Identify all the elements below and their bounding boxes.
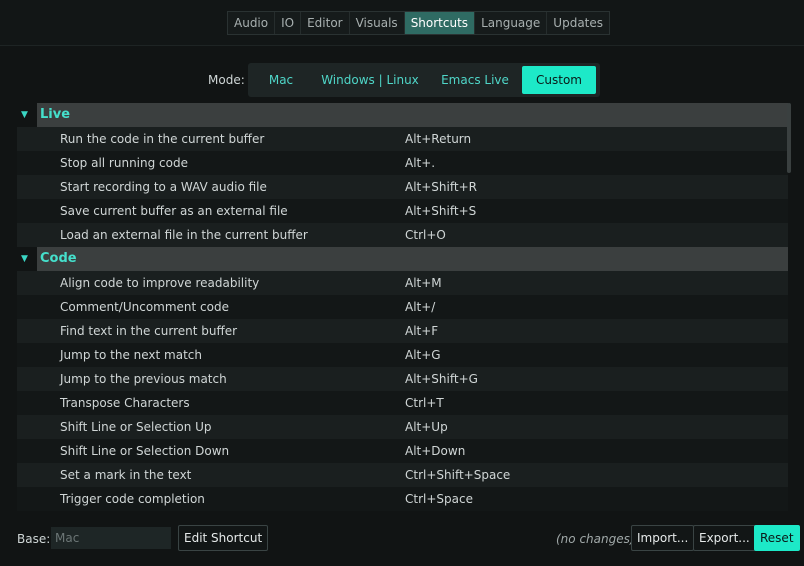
shortcut-key: Ctrl+T: [405, 396, 444, 410]
export-button[interactable]: Export...: [693, 525, 756, 551]
shortcut-row[interactable]: Jump to the next match Alt+G: [17, 343, 788, 367]
shortcut-description: Comment/Uncomment code: [60, 300, 229, 314]
tab-shortcuts[interactable]: Shortcuts: [404, 12, 476, 34]
shortcut-row[interactable]: Run the code in the current buffer Alt+Re…: [17, 127, 788, 151]
shortcut-description: Run the code in the current buffer: [60, 132, 265, 146]
base-label: Base:: [17, 532, 51, 546]
tab-audio[interactable]: Audio: [228, 12, 276, 34]
category-code[interactable]: ▼ Code: [17, 247, 788, 271]
shortcut-key: Alt+G: [405, 348, 441, 362]
shortcut-key: Ctrl+Space: [405, 492, 473, 506]
shortcut-key: Alt+Return: [405, 132, 472, 146]
shortcut-row[interactable]: Trigger code completion Ctrl+Space: [17, 487, 788, 511]
import-button[interactable]: Import...: [631, 525, 695, 551]
shortcut-key: Alt+Up: [405, 420, 448, 434]
mode-option-emacs-live[interactable]: Emacs Live: [428, 66, 522, 94]
tab-io[interactable]: IO: [275, 12, 302, 34]
shortcut-key: Ctrl+O: [405, 228, 446, 242]
top-bar: Audio IO Editor Visuals Shortcuts Langua…: [0, 0, 804, 46]
category-name: Code: [40, 251, 77, 266]
tab-editor[interactable]: Editor: [301, 12, 350, 34]
shortcut-row[interactable]: Shift Line or Selection Up Alt+Up: [17, 415, 788, 439]
shortcut-row[interactable]: Jump to the previous match Alt+Shift+G: [17, 367, 788, 391]
bottom-bar: Base: Edit Shortcut (no changes) Import.…: [0, 520, 804, 566]
shortcut-key: Alt+.: [405, 156, 436, 170]
category-header-bar: [37, 103, 788, 127]
edit-shortcut-button[interactable]: Edit Shortcut: [178, 525, 269, 551]
shortcut-key: Alt+Shift+S: [405, 204, 477, 218]
shortcut-row[interactable]: Shift Line or Selection Down Alt+Down: [17, 439, 788, 463]
category-name: Live: [40, 107, 71, 122]
shortcut-description: Save current buffer as an external file: [60, 204, 288, 218]
mode-label: Mode:: [208, 73, 245, 87]
shortcut-description: Jump to the next match: [60, 348, 202, 362]
shortcut-key: Alt+/: [405, 300, 436, 314]
shortcut-row[interactable]: Set a mark in the text Ctrl+Shift+Space: [17, 463, 788, 487]
shortcut-description: Shift Line or Selection Up: [60, 420, 212, 434]
shortcut-description: Trigger code completion: [60, 492, 205, 506]
shortcut-key: Alt+Shift+G: [405, 372, 478, 386]
settings-tabs: Audio IO Editor Visuals Shortcuts Langua…: [227, 11, 611, 35]
shortcut-description: Set a mark in the text: [60, 468, 192, 482]
shortcut-list: ▼ Live Run the code in the current buffe…: [17, 103, 788, 515]
shortcut-description: Stop all running code: [60, 156, 188, 170]
shortcut-description: Start recording to a WAV audio file: [60, 180, 267, 194]
shortcut-key: Alt+M: [405, 276, 442, 290]
shortcut-row[interactable]: Load an external file in the current buf…: [17, 223, 788, 247]
shortcut-description: Shift Line or Selection Down: [60, 444, 230, 458]
mode-option-custom[interactable]: Custom: [522, 66, 596, 94]
shortcut-description: Transpose Characters: [60, 396, 190, 410]
shortcut-row[interactable]: Find text in the current buffer Alt+F: [17, 319, 788, 343]
shortcut-row[interactable]: Transpose Characters Ctrl+T: [17, 391, 788, 415]
shortcut-description: Find text in the current buffer: [60, 324, 238, 338]
changes-status: (no changes): [556, 532, 635, 546]
reset-button[interactable]: Reset: [754, 525, 800, 551]
category-header-bar: [37, 247, 788, 271]
shortcut-row[interactable]: Stop all running code Alt+.: [17, 151, 788, 175]
shortcut-description: Load an external file in the current buf…: [60, 228, 308, 242]
mode-selector: Mac Windows | Linux Emacs Live Custom: [248, 63, 600, 97]
shortcut-row[interactable]: Comment/Uncomment code Alt+/: [17, 295, 788, 319]
shortcut-key: Alt+Shift+R: [405, 180, 477, 194]
collapse-arrow-icon[interactable]: ▼: [21, 247, 33, 271]
collapse-arrow-icon[interactable]: ▼: [21, 103, 33, 127]
shortcut-row[interactable]: Save current buffer as an external file A…: [17, 199, 788, 223]
mode-option-windows-linux[interactable]: Windows | Linux: [312, 66, 428, 94]
category-live[interactable]: ▼ Live: [17, 103, 788, 127]
mode-option-mac[interactable]: Mac: [250, 66, 312, 94]
shortcut-key: Alt+Down: [405, 444, 466, 458]
shortcut-key: Alt+F: [405, 324, 439, 338]
shortcut-description: Align code to improve readability: [60, 276, 260, 290]
shortcut-description: Jump to the previous match: [60, 372, 227, 386]
shortcut-row[interactable]: Align code to improve readability Alt+M: [17, 271, 788, 295]
base-field[interactable]: [51, 527, 171, 549]
shortcut-row[interactable]: Start recording to a WAV audio file Alt+S…: [17, 175, 788, 199]
tab-updates[interactable]: Updates: [547, 12, 610, 34]
tab-language[interactable]: Language: [475, 12, 548, 34]
shortcut-key: Ctrl+Shift+Space: [405, 468, 511, 482]
tab-visuals[interactable]: Visuals: [349, 12, 405, 34]
list-scrollbar[interactable]: [787, 103, 791, 173]
